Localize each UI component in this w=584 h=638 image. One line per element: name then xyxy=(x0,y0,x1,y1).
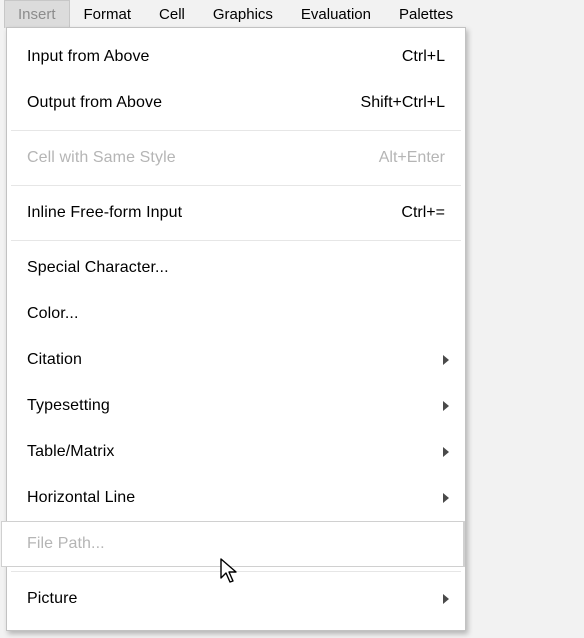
menu-item-table-matrix[interactable]: Table/Matrix xyxy=(7,429,465,475)
insert-dropdown: Input from Above Ctrl+L Output from Abov… xyxy=(6,27,466,631)
menubar-label: Evaluation xyxy=(301,6,371,23)
chevron-right-icon xyxy=(443,493,449,503)
menubar: Insert Format Cell Graphics Evaluation P… xyxy=(0,0,584,28)
menu-item-cell-with-same-style: Cell with Same Style Alt+Enter xyxy=(7,135,465,181)
menu-label: Picture xyxy=(27,590,445,608)
menubar-item-graphics[interactable]: Graphics xyxy=(199,0,287,28)
chevron-right-icon xyxy=(443,355,449,365)
menu-shortcut: Ctrl+= xyxy=(345,204,445,222)
menu-item-inline-free-form-input[interactable]: Inline Free-form Input Ctrl+= xyxy=(7,190,465,236)
menubar-label: Palettes xyxy=(399,6,453,23)
menu-item-picture[interactable]: Picture xyxy=(7,576,465,622)
menu-shortcut: Shift+Ctrl+L xyxy=(345,94,445,112)
menu-label: Special Character... xyxy=(27,259,445,277)
menu-label: Color... xyxy=(27,305,445,323)
menu-label: Citation xyxy=(27,351,445,369)
menu-label: Input from Above xyxy=(27,48,335,66)
menu-item-special-character[interactable]: Special Character... xyxy=(7,245,465,291)
chevron-right-icon xyxy=(443,594,449,604)
menu-label: Table/Matrix xyxy=(27,443,445,461)
menu-item-output-from-above[interactable]: Output from Above Shift+Ctrl+L xyxy=(7,80,465,126)
menu-item-file-path: File Path... xyxy=(7,521,465,567)
menubar-item-insert[interactable]: Insert xyxy=(4,0,70,28)
chevron-right-icon xyxy=(443,401,449,411)
menubar-item-palettes[interactable]: Palettes xyxy=(385,0,467,28)
menubar-label: Format xyxy=(84,6,132,23)
menu-item-horizontal-line[interactable]: Horizontal Line xyxy=(7,475,465,521)
menu-item-citation[interactable]: Citation xyxy=(7,337,465,383)
menu-label: Typesetting xyxy=(27,397,445,415)
menubar-label: Graphics xyxy=(213,6,273,23)
menu-item-color[interactable]: Color... xyxy=(7,291,465,337)
menu-separator xyxy=(11,571,461,572)
menu-label: Horizontal Line xyxy=(27,489,445,507)
menubar-item-cell[interactable]: Cell xyxy=(145,0,199,28)
menu-label: Output from Above xyxy=(27,94,335,112)
menubar-label: Cell xyxy=(159,6,185,23)
chevron-right-icon xyxy=(443,447,449,457)
menu-separator xyxy=(11,130,461,131)
menu-shortcut: Ctrl+L xyxy=(345,48,445,66)
menu-item-typesetting[interactable]: Typesetting xyxy=(7,383,465,429)
menu-label: Cell with Same Style xyxy=(27,149,335,167)
menu-separator xyxy=(11,240,461,241)
menu-label: Inline Free-form Input xyxy=(27,204,335,222)
menubar-item-format[interactable]: Format xyxy=(70,0,146,28)
menu-shortcut: Alt+Enter xyxy=(345,149,445,167)
menu-item-input-from-above[interactable]: Input from Above Ctrl+L xyxy=(7,34,465,80)
menubar-item-evaluation[interactable]: Evaluation xyxy=(287,0,385,28)
menubar-label: Insert xyxy=(18,6,56,23)
menu-label: File Path... xyxy=(27,535,445,553)
menu-separator xyxy=(11,185,461,186)
